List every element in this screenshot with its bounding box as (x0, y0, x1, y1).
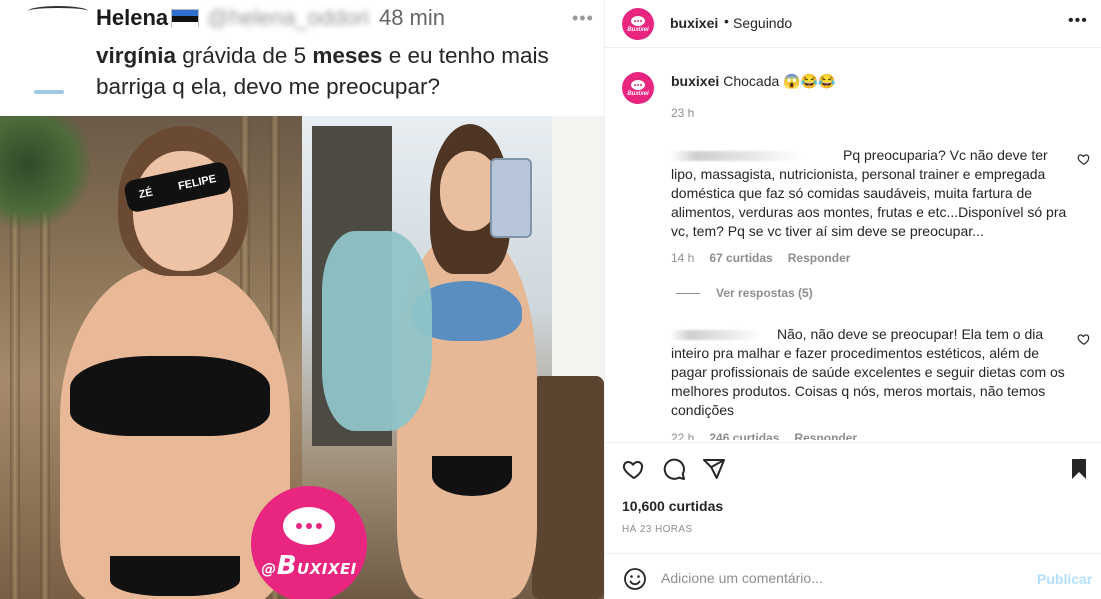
comment-time[interactable]: 14 h (671, 251, 694, 265)
comment-meta: 22 h 246 curtidas Responder (671, 431, 857, 440)
caption-username[interactable]: buxixei (671, 73, 719, 89)
view-replies-button[interactable]: Ver respostas (5) (676, 286, 813, 300)
reply-button[interactable]: Responder (788, 251, 851, 265)
comment-icon[interactable] (662, 457, 686, 481)
comment-heart-icon[interactable] (1077, 332, 1091, 346)
comment-username-blurred[interactable] (671, 330, 761, 341)
more-icon[interactable]: ••• (1068, 12, 1088, 30)
tweet-name: Helena (96, 5, 169, 30)
comment-username-blurred[interactable] (671, 151, 801, 162)
divider (605, 442, 1101, 443)
phone-icon (490, 158, 532, 238)
caption-time[interactable]: 23 h (671, 106, 694, 120)
tweet-avatar-accent (34, 90, 64, 94)
tweet-text: virgínia grávida de 5 meses e eu tenho m… (96, 43, 549, 99)
comment-heart-icon[interactable] (1077, 152, 1091, 166)
header-separator: • (724, 13, 729, 29)
tweet-avatar (28, 6, 88, 16)
reply-button[interactable]: Responder (794, 431, 857, 440)
following-button[interactable]: Seguindo (733, 15, 792, 31)
publish-button[interactable]: Publicar (1037, 571, 1092, 587)
caption: buxixei Chocada 😱😂😂 (671, 73, 835, 90)
header-username[interactable]: buxixei (670, 15, 718, 31)
tweet-time: 48 min (378, 5, 445, 30)
caption-avatar[interactable]: Buxixei (622, 72, 654, 104)
post-likes[interactable]: 10,600 curtidas (622, 498, 723, 514)
comment-meta: 14 h 67 curtidas Responder (671, 251, 850, 265)
photo-collage: ZÉ FELIPE @BUXIXEI (0, 116, 604, 599)
estonia-flag-icon (171, 9, 200, 28)
tweet-screenshot: Helena @helena_oddori 48 min ••• virgíni… (0, 0, 604, 116)
tweet-more-icon: ••• (572, 8, 594, 28)
tweet-header: Helena @helena_oddori 48 min (96, 5, 445, 31)
post-timestamp[interactable]: HÁ 23 HORAS (622, 524, 693, 535)
emoji-icon[interactable] (623, 567, 647, 591)
comment-likes[interactable]: 67 curtidas (709, 251, 772, 265)
comment-item: Pq preocuparia? Vc não deve ter lipo, ma… (671, 146, 1071, 241)
caption-text: Chocada 😱😂😂 (723, 73, 836, 89)
comment-time[interactable]: 22 h (671, 431, 694, 440)
comment-input[interactable] (661, 565, 1021, 591)
share-icon[interactable] (702, 457, 726, 481)
heart-icon[interactable] (622, 457, 646, 481)
tweet-handle: @helena_oddori (207, 5, 369, 30)
post-media[interactable]: Helena @helena_oddori 48 min ••• virgíni… (0, 0, 604, 599)
comment-likes[interactable]: 246 curtidas (709, 431, 779, 440)
comment-composer: Publicar (605, 553, 1101, 599)
buxixei-logo: @BUXIXEI (251, 486, 367, 599)
comments-panel: Buxixei buxixei • Seguindo ••• Buxixei b… (604, 0, 1101, 599)
bookmark-icon[interactable] (1067, 457, 1091, 481)
post-header: Buxixei buxixei • Seguindo ••• (605, 0, 1101, 48)
comment-item: Não, não deve se preocupar! Ela tem o di… (671, 325, 1071, 420)
chat-bubble-icon (283, 507, 335, 545)
avatar[interactable]: Buxixei (622, 8, 654, 40)
